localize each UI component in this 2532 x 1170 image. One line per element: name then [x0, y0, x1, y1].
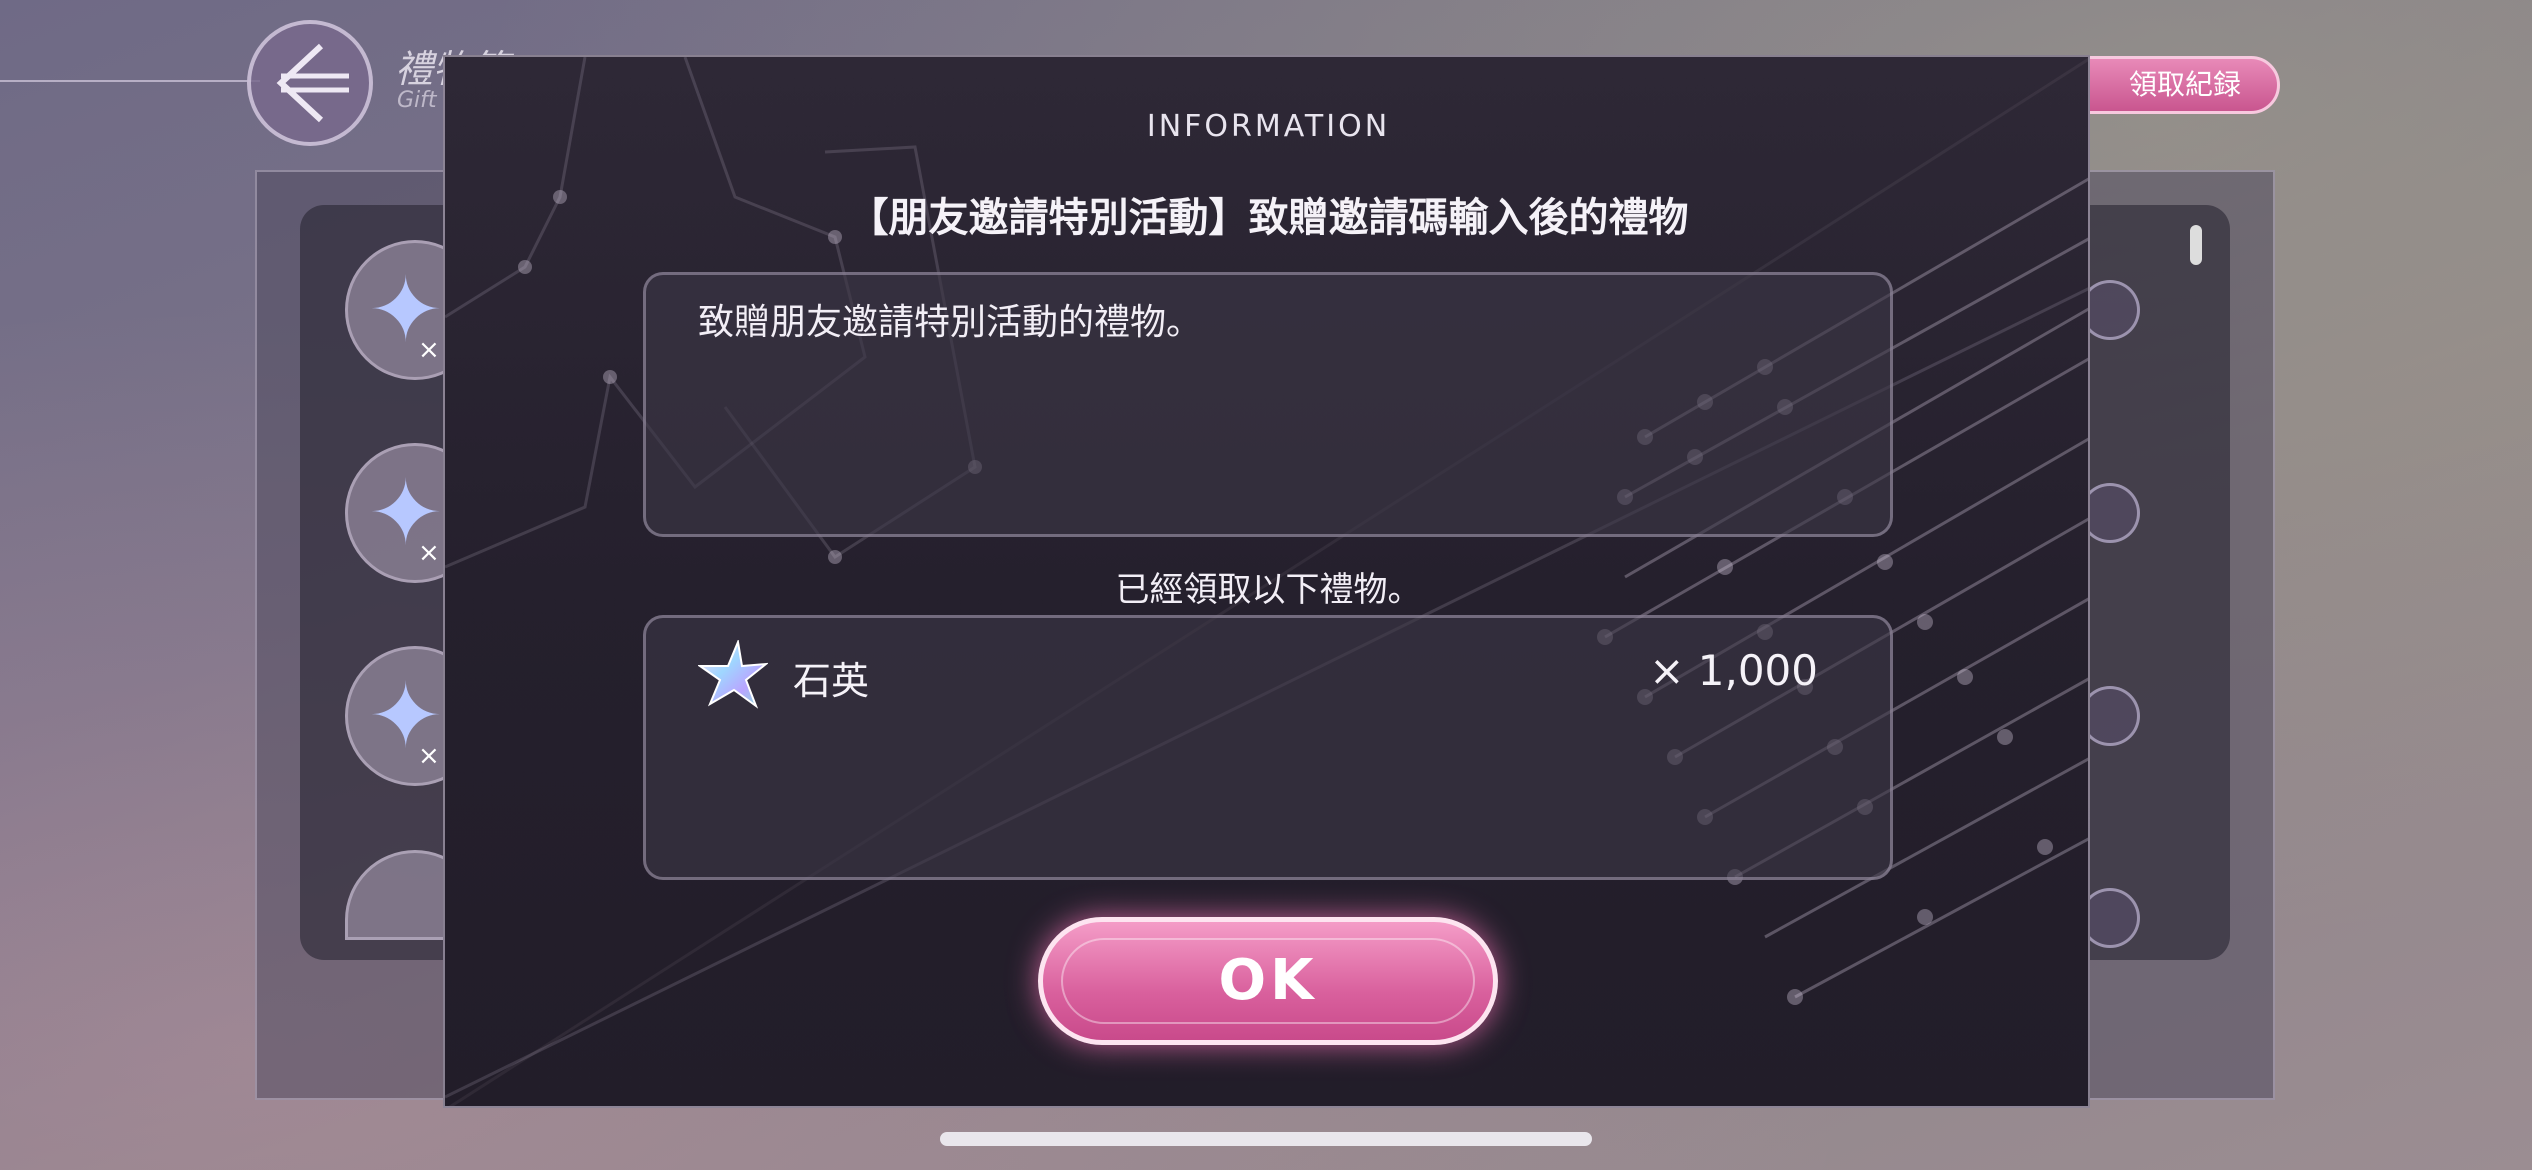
dialog-title: 【朋友邀請特別活動】致贈邀請碼輸入後的禮物	[848, 195, 1689, 241]
information-dialog: INFORMATION 【朋友邀請特別活動】致贈邀請碼輸入後的禮物 致贈朋友邀請…	[443, 55, 2090, 1108]
back-arrow-icon	[276, 43, 349, 123]
quartz-star-icon	[698, 640, 768, 709]
back-button[interactable]	[247, 20, 373, 146]
dialog-header: INFORMATION	[1146, 109, 1391, 144]
header-line	[0, 80, 260, 82]
description-box: 致贈朋友邀請特別活動的禮物。	[643, 272, 1893, 537]
home-indicator[interactable]	[940, 1132, 1592, 1146]
received-label: 已經領取以下禮物。	[1115, 570, 1422, 610]
scrollbar[interactable]	[2190, 225, 2202, 265]
page-subtitle: Gift	[397, 88, 437, 113]
ok-button[interactable]: OK	[1038, 917, 1498, 1045]
ok-button-label: OK	[1218, 948, 1318, 1013]
multiply-sign: ×	[418, 335, 440, 365]
multiply-sign: ×	[418, 741, 440, 771]
received-item-row: 石英 × 1,000	[698, 640, 1818, 710]
item-name: 石英	[793, 659, 870, 703]
item-quantity: × 1,000	[1649, 646, 1818, 695]
multiply-sign: ×	[418, 538, 440, 568]
received-items-box: 石英 × 1,000	[643, 615, 1893, 880]
description-text: 致贈朋友邀請特別活動的禮物。	[698, 302, 1203, 343]
